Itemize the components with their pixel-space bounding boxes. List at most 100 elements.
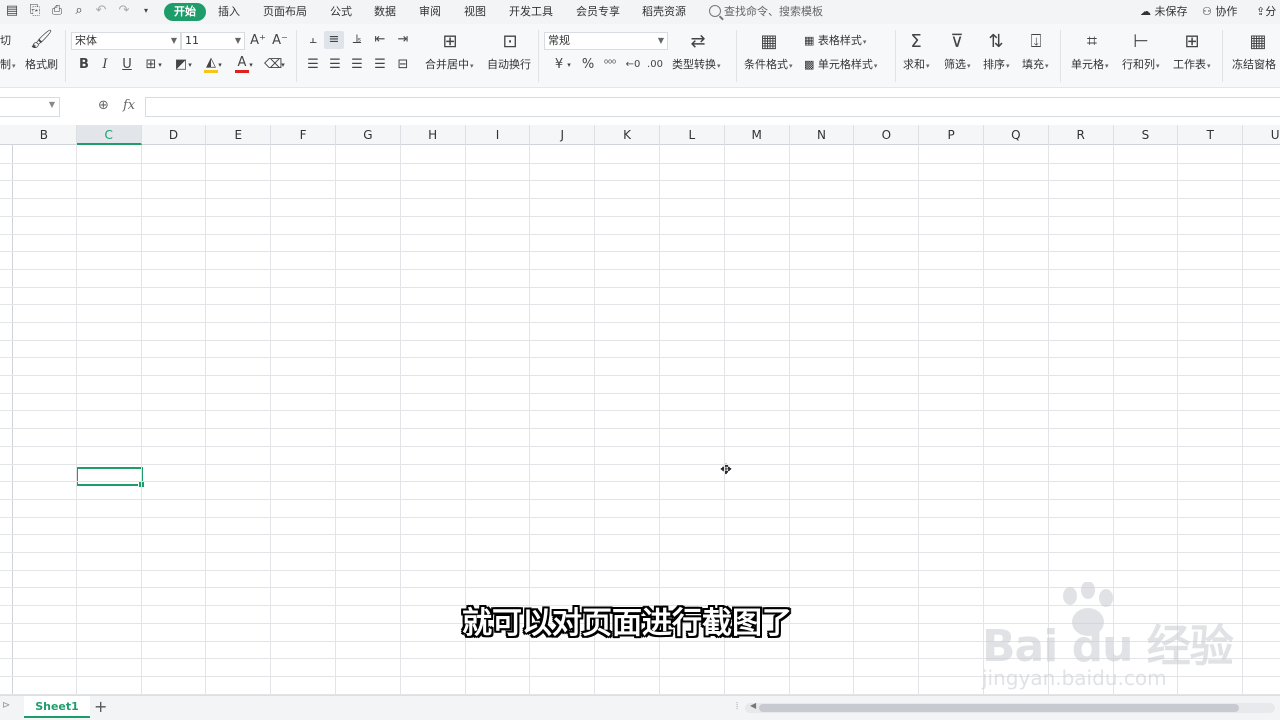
type-convert-icon[interactable]: ⇄ [686,32,710,52]
distribute-icon[interactable]: ⊟ [394,57,412,73]
align-center-icon[interactable]: ☰ [326,57,344,73]
cell-button[interactable]: 单元格▾ [1071,58,1109,73]
column-header-d[interactable]: D [142,125,207,145]
cut-button[interactable]: 切 [0,34,11,48]
column-header-q[interactable]: Q [984,125,1049,145]
conditional-format-button[interactable]: 条件格式▾ [744,58,793,73]
row-col-button[interactable]: 行和列▾ [1122,58,1160,73]
sort-icon[interactable]: ⇅ [984,32,1008,52]
unsaved-status[interactable]: ☁ 未保存 [1140,4,1188,20]
decrease-font-icon[interactable]: A⁻ [271,33,289,49]
cell-style-button[interactable]: ▩ 单元格样式▾ [804,58,877,73]
align-bottom-icon[interactable]: ⫡ [348,32,366,48]
conditional-format-icon[interactable]: ▦ [757,32,781,52]
filter-button[interactable]: 筛选▾ [944,58,971,73]
collaborate-button[interactable]: ⚇ 协作 [1202,4,1237,20]
column-header-i[interactable]: I [466,125,531,145]
chevron-down-icon[interactable]: ▾ [565,57,573,73]
increase-indent-icon[interactable]: ⇥ [394,32,412,48]
fill-icon[interactable]: ⍗ [1024,32,1048,52]
thousands-separator-icon[interactable]: ⁰⁰⁰ [601,57,619,73]
tab-developer[interactable]: 开发工具 [509,4,553,20]
column-header-h[interactable]: H [401,125,466,145]
freeze-panes-icon[interactable]: ▦ [1246,32,1270,52]
justify-icon[interactable]: ☰ [371,57,389,73]
column-header-s[interactable]: S [1114,125,1179,145]
chevron-down-icon[interactable]: ▾ [186,57,194,73]
file-icon[interactable]: ▤ [4,3,20,19]
fill-button[interactable]: 填充▾ [1022,58,1049,73]
filter-icon[interactable]: ⊽ [945,32,969,52]
split-handle-icon[interactable]: ⦙ [736,701,738,712]
add-sheet-icon[interactable]: + [94,697,107,717]
align-left-icon[interactable]: ☰ [304,57,322,73]
zoom-icon[interactable]: ⊕ [98,98,109,113]
column-header-m[interactable]: M [725,125,790,145]
decrease-decimal-icon[interactable]: .00 [646,57,664,73]
redo-icon[interactable]: ↷ [116,3,132,19]
quick-access-dropdown-icon[interactable]: ▾ [138,3,154,19]
type-convert-button[interactable]: 类型转换▾ [672,58,721,73]
align-top-icon[interactable]: ⫠ [304,32,322,48]
chevron-down-icon[interactable]: ▾ [247,57,255,73]
column-header-f[interactable]: F [271,125,336,145]
column-header-n[interactable]: N [790,125,855,145]
align-right-icon[interactable]: ☰ [348,57,366,73]
save-icon[interactable]: ⎘ [27,3,43,19]
tab-insert[interactable]: 插入 [218,4,240,20]
format-painter-icon[interactable]: 🖌 [30,30,53,50]
print-preview-icon[interactable]: ⌕ [71,3,87,19]
sort-button[interactable]: 排序▾ [983,58,1010,73]
italic-button[interactable]: I [96,57,114,73]
column-header-e[interactable]: E [206,125,272,145]
tab-home[interactable]: 开始 [164,3,206,21]
scroll-left-icon[interactable]: ◀ [750,701,756,710]
percent-button[interactable]: % [579,57,597,73]
tab-docer-resources[interactable]: 稻壳资源 [642,4,686,20]
tab-view[interactable]: 视图 [464,4,486,20]
worksheet-icon[interactable]: ⊞ [1180,32,1204,52]
table-style-button[interactable]: ▦ 表格样式▾ [804,34,866,49]
increase-decimal-icon[interactable]: ←0 [624,57,642,73]
row-col-icon[interactable]: ⊢ [1129,32,1153,52]
column-header-k[interactable]: K [595,125,660,145]
chevron-down-icon[interactable]: ▾ [156,57,164,73]
number-format-select[interactable]: 常规 ▼ [544,32,668,50]
sheet-tab-sheet1[interactable]: Sheet1 [24,696,90,718]
undo-icon[interactable]: ↶ [93,3,109,19]
name-box[interactable]: ▼ [0,97,60,117]
column-header-b[interactable]: B [12,125,77,145]
chevron-down-icon[interactable]: ▾ [216,57,224,73]
merge-center-button[interactable]: 合并居中▾ [425,58,474,73]
cell-icon[interactable]: ⌗ [1080,32,1104,52]
chevron-down-icon[interactable]: ▾ [279,57,287,73]
tab-data[interactable]: 数据 [374,4,396,20]
font-size-select[interactable]: 11 ▼ [181,32,245,50]
column-header-t[interactable]: T [1178,125,1244,145]
scrollbar-thumb[interactable] [759,704,1239,712]
auto-wrap-icon[interactable]: ⊡ [498,32,522,52]
increase-font-icon[interactable]: A⁺ [249,33,267,49]
tab-page-layout[interactable]: 页面布局 [263,4,307,20]
column-header-u[interactable]: U [1243,125,1280,145]
align-middle-icon[interactable]: ≡ [325,32,343,48]
worksheet-button[interactable]: 工作表▾ [1173,58,1211,73]
active-cell-selection[interactable] [76,467,145,488]
column-header-c[interactable]: C [76,125,142,145]
share-button[interactable]: ⇪分 [1256,4,1276,20]
decrease-indent-icon[interactable]: ⇤ [371,32,389,48]
bold-button[interactable]: B [75,57,93,73]
tab-formulas[interactable]: 公式 [330,4,352,20]
sheet-nav-icon[interactable]: ⊳ [2,700,10,711]
sum-icon[interactable]: Σ [904,32,928,52]
auto-wrap-button[interactable]: 自动换行 [487,58,531,72]
column-header-g[interactable]: G [336,125,401,145]
column-header-r[interactable]: R [1049,125,1114,145]
tab-review[interactable]: 审阅 [419,4,441,20]
column-header-j[interactable]: J [530,125,596,145]
column-header-p[interactable]: P [919,125,984,145]
merge-center-icon[interactable]: ⊞ [438,32,462,52]
insert-function-button[interactable]: fx [123,98,135,113]
horizontal-scrollbar[interactable] [745,703,1275,713]
command-search[interactable]: 查找命令、搜索模板 [709,4,823,20]
